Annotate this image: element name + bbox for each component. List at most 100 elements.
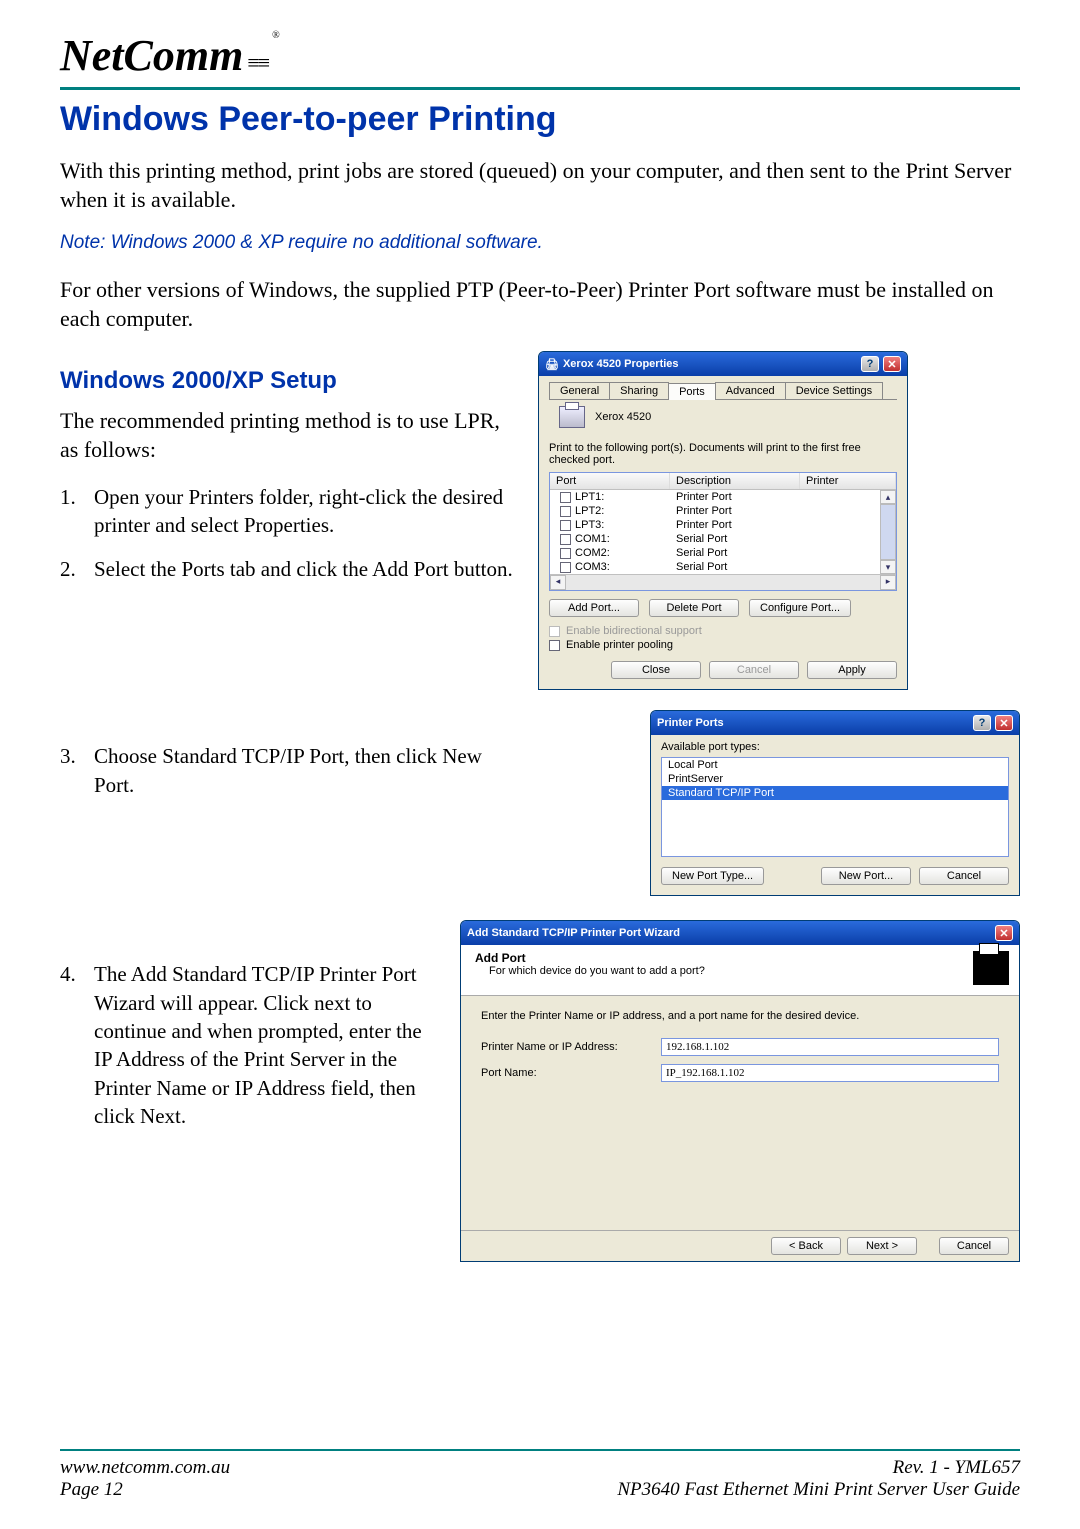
tab-sharing[interactable]: Sharing: [609, 382, 669, 399]
footer-guide-title: NP3640 Fast Ethernet Mini Print Server U…: [617, 1479, 1020, 1501]
dialog-titlebar[interactable]: Printer Ports ? ✕: [651, 711, 1019, 735]
checkbox-icon[interactable]: [560, 534, 571, 545]
port-desc: Printer Port: [670, 490, 800, 504]
scroll-thumb[interactable]: [880, 504, 896, 560]
port-desc: Printer Port: [670, 504, 800, 518]
wizard-header-subtitle: For which device do you want to add a po…: [489, 965, 973, 977]
checkbox-icon[interactable]: [560, 506, 571, 517]
checkbox-icon[interactable]: [560, 562, 571, 573]
close-button[interactable]: Close: [611, 661, 701, 679]
list-item[interactable]: Standard TCP/IP Port: [662, 786, 1008, 800]
cancel-button[interactable]: Cancel: [939, 1237, 1009, 1255]
port-row[interactable]: COM1: Serial Port: [550, 532, 880, 546]
add-port-button[interactable]: Add Port...: [549, 599, 639, 617]
step-number: 2.: [60, 555, 94, 583]
col-printer[interactable]: Printer: [800, 473, 896, 489]
pooling-label: Enable printer pooling: [566, 639, 673, 651]
list-item[interactable]: Local Port: [662, 758, 1008, 772]
close-icon[interactable]: ✕: [995, 715, 1013, 731]
dialog-titlebar[interactable]: Add Standard TCP/IP Printer Port Wizard …: [461, 921, 1019, 945]
available-port-types-label: Available port types:: [661, 741, 1009, 753]
port-row[interactable]: COM2: Serial Port: [550, 546, 880, 560]
checkbox-icon[interactable]: [549, 640, 560, 651]
wizard-footer: < Back Next > Cancel: [461, 1230, 1019, 1261]
intro-paragraph: With this printing method, print jobs ar…: [60, 157, 1020, 214]
list-item[interactable]: PrintServer: [662, 772, 1008, 786]
close-icon[interactable]: ✕: [883, 356, 901, 372]
port-row[interactable]: LPT1: Printer Port: [550, 490, 880, 504]
port-name: LPT2:: [575, 505, 604, 517]
port-name: COM2:: [575, 547, 610, 559]
tab-advanced[interactable]: Advanced: [715, 382, 786, 399]
horizontal-scrollbar[interactable]: ◂ ▸: [550, 574, 896, 590]
col-description[interactable]: Description: [670, 473, 800, 489]
port-types-listbox[interactable]: Local Port PrintServer Standard TCP/IP P…: [661, 757, 1009, 857]
pooling-checkbox-row[interactable]: Enable printer pooling: [549, 639, 897, 651]
dialog-title: Xerox 4520 Properties: [563, 358, 679, 370]
help-icon[interactable]: ?: [973, 715, 991, 731]
tab-strip: General Sharing Ports Advanced Device Se…: [549, 382, 897, 400]
col-port[interactable]: Port: [550, 473, 670, 489]
step-1: 1. Open your Printers folder, right-clic…: [60, 483, 520, 540]
back-button[interactable]: < Back: [771, 1237, 841, 1255]
bidirectional-checkbox-row: Enable bidirectional support: [549, 625, 897, 637]
step-2: 2. Select the Ports tab and click the Ad…: [60, 555, 520, 583]
next-button[interactable]: Next >: [847, 1237, 917, 1255]
tab-ports[interactable]: Ports: [668, 383, 716, 400]
configure-port-button[interactable]: Configure Port...: [749, 599, 851, 617]
delete-port-button[interactable]: Delete Port: [649, 599, 739, 617]
step-text: Open your Printers folder, right-click t…: [94, 483, 520, 540]
checkbox-icon[interactable]: [560, 548, 571, 559]
vertical-scrollbar[interactable]: ▴ ▾: [880, 490, 896, 574]
port-name: LPT1:: [575, 491, 604, 503]
printer-name: Xerox 4520: [595, 411, 651, 423]
tab-device-settings[interactable]: Device Settings: [785, 382, 883, 399]
port-name-input[interactable]: [661, 1064, 999, 1082]
scroll-right-icon[interactable]: ▸: [880, 575, 896, 590]
checkbox-icon[interactable]: [560, 520, 571, 531]
step-number: 4.: [60, 960, 94, 1130]
dialog-titlebar[interactable]: 🖨 Xerox 4520 Properties ? ✕: [539, 352, 907, 376]
apply-button[interactable]: Apply: [807, 661, 897, 679]
port-name: COM3:: [575, 561, 610, 573]
registered-icon: ®: [272, 30, 280, 41]
step-text: The Add Standard TCP/IP Printer Port Wiz…: [94, 960, 442, 1130]
footer-page-number: Page 12: [60, 1479, 123, 1501]
step-number: 1.: [60, 483, 94, 540]
ip-address-input[interactable]: [661, 1038, 999, 1056]
new-port-type-button[interactable]: New Port Type...: [661, 867, 764, 885]
port-row[interactable]: COM3: Serial Port: [550, 560, 880, 574]
wizard-instruction: Enter the Printer Name or IP address, an…: [481, 1010, 999, 1022]
footer-url: www.netcomm.com.au: [60, 1457, 230, 1479]
cancel-button[interactable]: Cancel: [919, 867, 1009, 885]
note-text: Note: Windows 2000 & XP require no addit…: [60, 232, 1020, 254]
printer-icon: [559, 406, 585, 428]
port-name: LPT3:: [575, 519, 604, 531]
scroll-left-icon[interactable]: ◂: [550, 575, 566, 590]
brand-header: NetComm ≡≡ ®: [60, 30, 1020, 81]
page-footer: www.netcomm.com.au Rev. 1 - YML657 Page …: [60, 1449, 1020, 1501]
port-row[interactable]: LPT2: Printer Port: [550, 504, 880, 518]
dialog-title: Printer Ports: [657, 717, 724, 729]
right-column: 🖨 Xerox 4520 Properties ? ✕ General Shar…: [538, 351, 1020, 710]
step3-row: 3. Choose Standard TCP/IP Port, then cli…: [60, 710, 1020, 920]
port-desc: Serial Port: [670, 532, 800, 546]
brand-logo-lines: ≡≡: [247, 50, 268, 75]
tab-general[interactable]: General: [549, 382, 610, 399]
step-text: Choose Standard TCP/IP Port, then click …: [94, 742, 520, 799]
checkbox-icon[interactable]: [560, 492, 571, 503]
scroll-up-icon[interactable]: ▴: [880, 490, 896, 504]
new-port-button[interactable]: New Port...: [821, 867, 911, 885]
printer-icon: [973, 951, 1009, 985]
ports-table[interactable]: Port Description Printer LPT1: Printer P…: [549, 472, 897, 591]
help-icon[interactable]: ?: [861, 356, 879, 372]
port-row[interactable]: LPT3: Printer Port: [550, 518, 880, 532]
add-port-wizard-dialog: Add Standard TCP/IP Printer Port Wizard …: [460, 920, 1020, 1262]
checkbox-icon: [549, 626, 560, 637]
printer-name-row: Xerox 4520: [559, 406, 897, 428]
scroll-track[interactable]: [566, 575, 880, 590]
dialog-body: General Sharing Ports Advanced Device Se…: [539, 376, 907, 689]
step-text: Select the Ports tab and click the Add P…: [94, 555, 520, 583]
close-icon[interactable]: ✕: [995, 925, 1013, 941]
scroll-down-icon[interactable]: ▾: [880, 560, 896, 574]
